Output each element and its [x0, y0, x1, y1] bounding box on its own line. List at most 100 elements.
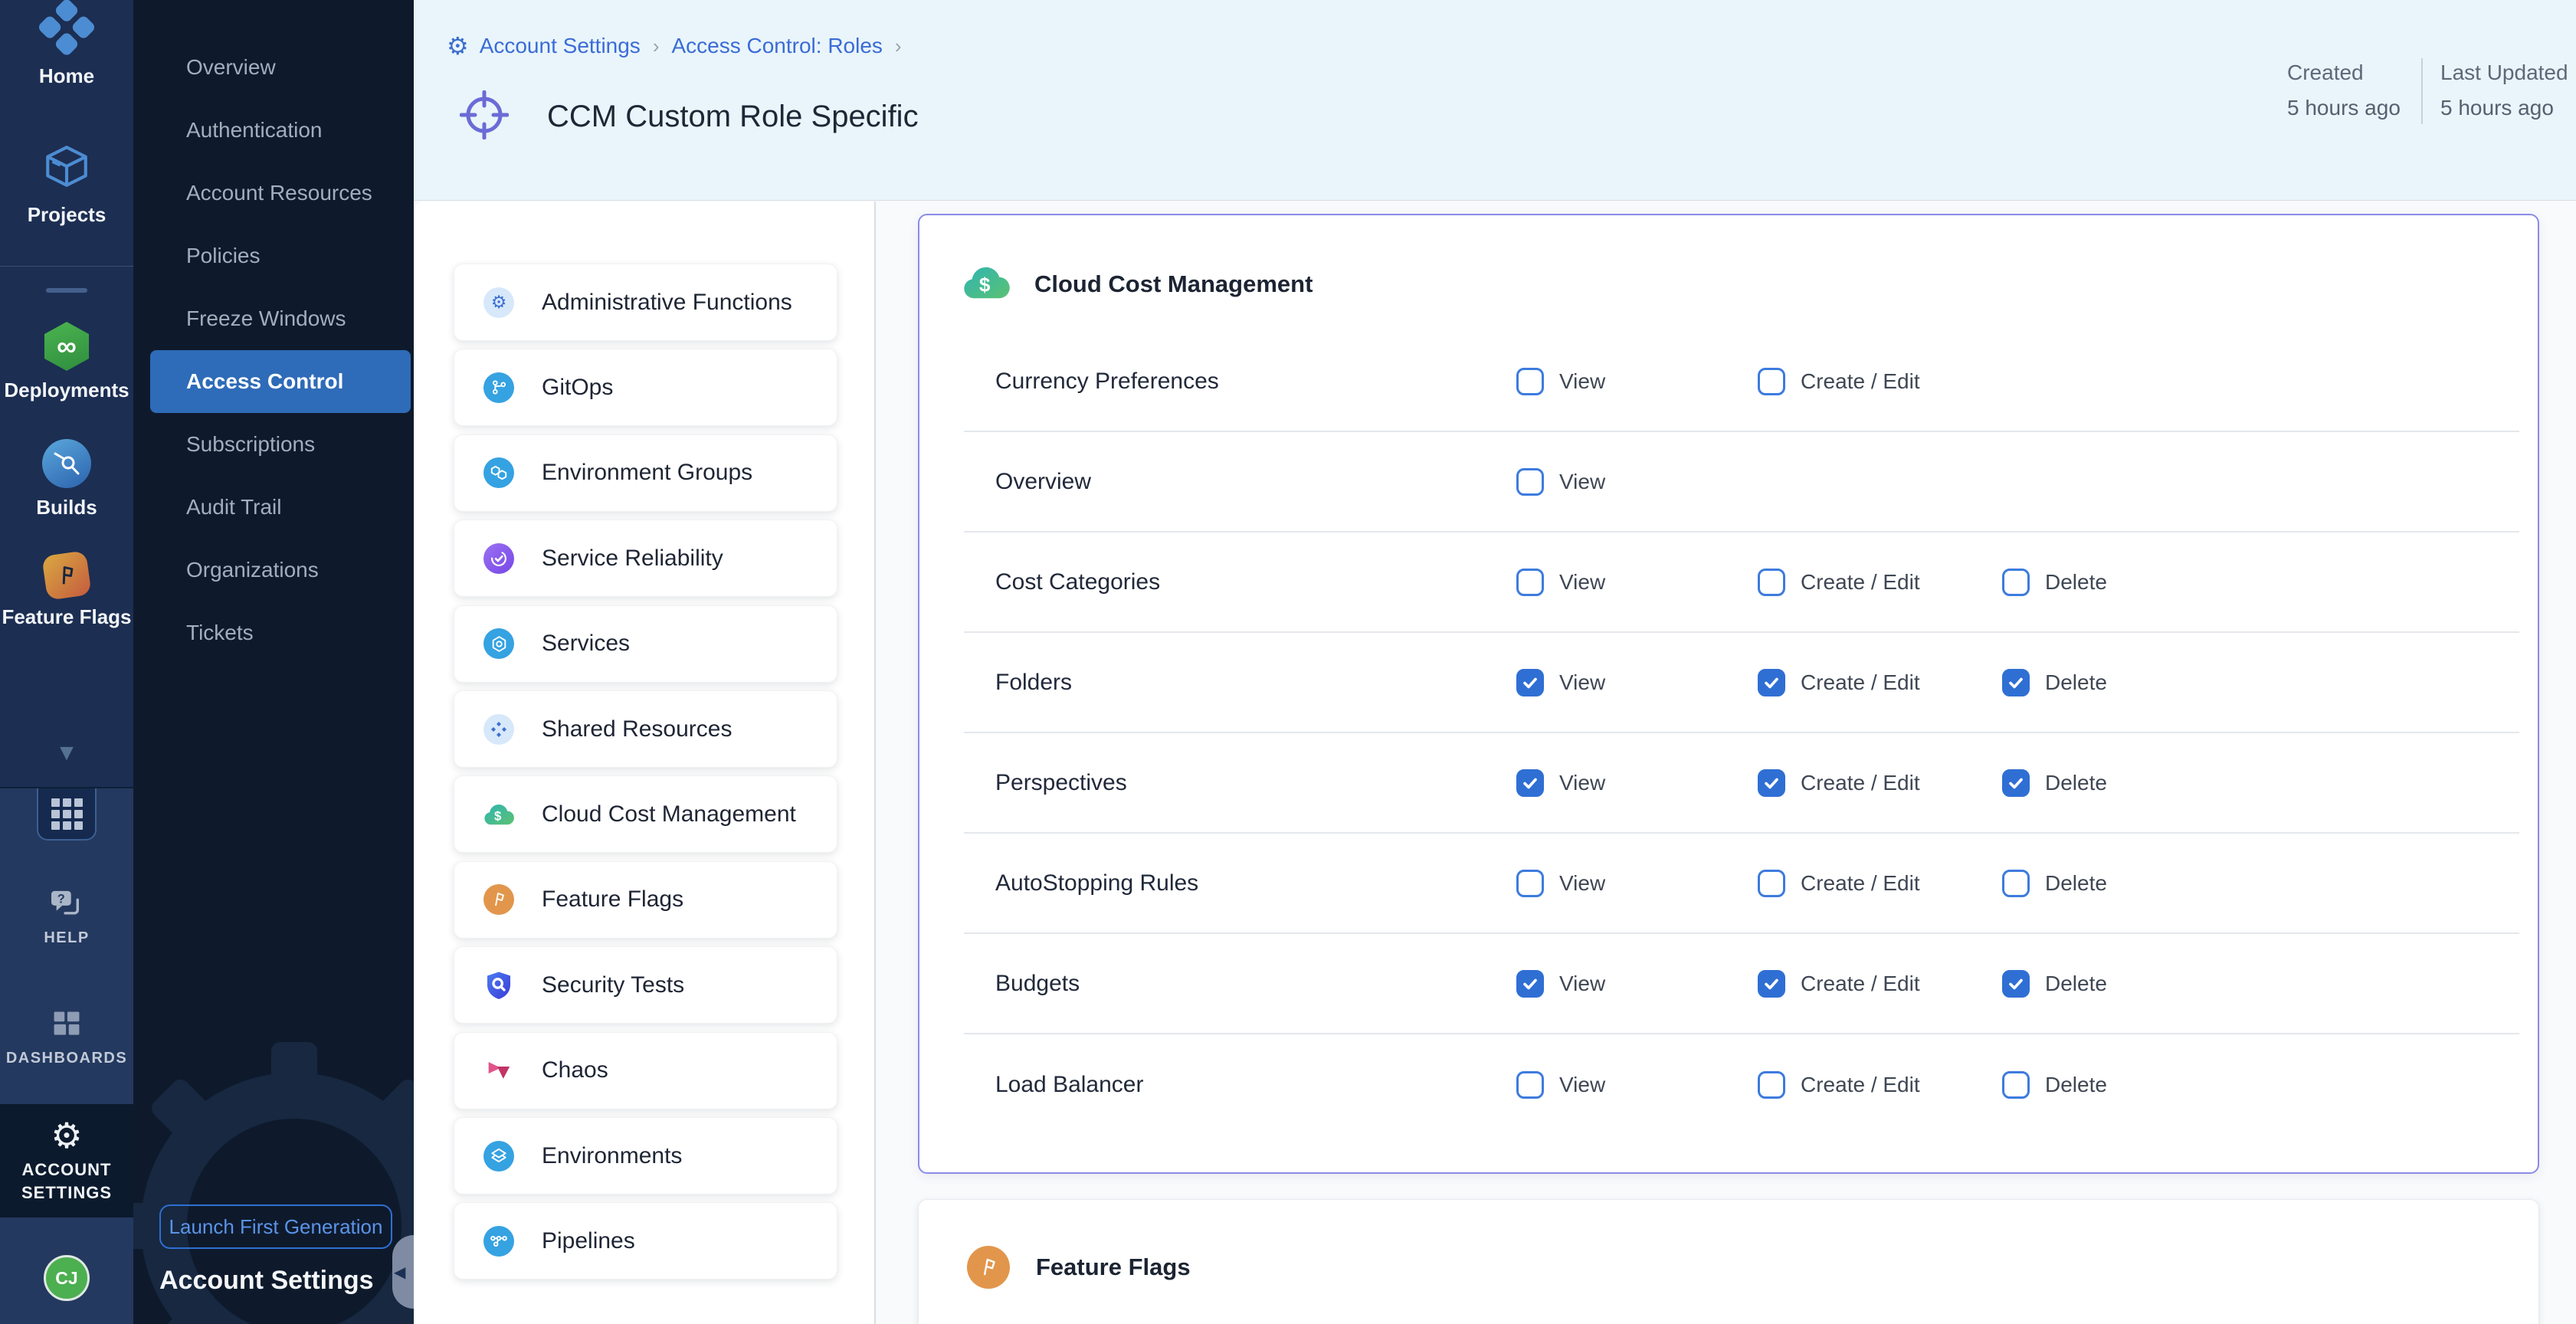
sidebar-item-tickets[interactable]: Tickets [133, 601, 414, 664]
sidebar-item-overview[interactable]: Overview [133, 36, 414, 99]
sidebar-item-authentication[interactable]: Authentication [133, 99, 414, 162]
avatar-initials: CJ [55, 1268, 77, 1289]
permission-checkbox-delete[interactable]: Delete [2002, 769, 2107, 797]
checkbox-unchecked-icon[interactable] [1516, 468, 1544, 496]
permission-checkbox-create-edit[interactable]: Create / Edit [1758, 870, 1920, 897]
checkbox-checked-icon[interactable] [1758, 669, 1785, 696]
resource-category-environments[interactable]: Environments [454, 1117, 837, 1195]
checkbox-checked-icon[interactable] [1516, 669, 1544, 696]
app-root: Home Projects ∞Deployments Builds Feature Fl… [0, 0, 2576, 1324]
sidebar-item-audit-trail[interactable]: Audit Trail [133, 476, 414, 539]
page-title: CCM Custom Role Specific [547, 100, 919, 134]
resource-category-environment-groups[interactable]: Environment Groups [454, 434, 837, 512]
checkbox-unchecked-icon[interactable] [2002, 870, 2030, 897]
module-item-label: Feature Flags [2, 605, 131, 629]
permission-checkbox-create-edit[interactable]: Create / Edit [1758, 970, 1920, 998]
permission-checkbox-delete[interactable]: Delete [2002, 970, 2107, 998]
checkbox-unchecked-icon[interactable] [2002, 1071, 2030, 1099]
permission-checkbox-view[interactable]: View [1516, 970, 1605, 998]
sidebar-collapse-button[interactable]: ◀ [392, 1235, 414, 1309]
permission-checkbox-create-edit[interactable]: Create / Edit [1758, 569, 1920, 596]
account-settings-nav-item[interactable]: ⚙ ACCOUNT SETTINGS [0, 1104, 133, 1217]
sidebar-item-policies[interactable]: Policies [133, 224, 414, 287]
module-grid-button[interactable] [37, 788, 97, 841]
module-sidebar: Home Projects ∞Deployments Builds Feature Fl… [0, 0, 133, 1324]
breadcrumb-link-2[interactable]: Access Control: Roles [671, 34, 882, 58]
launch-first-generation-button[interactable]: Launch First Generation [159, 1204, 392, 1249]
checkbox-checked-icon[interactable] [2002, 669, 2030, 696]
chevron-down-icon[interactable]: ▼ [0, 740, 133, 766]
checkbox-unchecked-icon[interactable] [1758, 368, 1785, 395]
permission-row-folders: FoldersViewCreate / EditDelete [964, 633, 2519, 733]
checkbox-checked-icon[interactable] [2002, 769, 2030, 797]
module-item-builds[interactable]: Builds [0, 439, 133, 519]
module-item-home[interactable]: Home [0, 8, 133, 88]
resource-category-administrative-functions[interactable]: ⚙Administrative Functions [454, 264, 837, 341]
permission-checkbox-delete[interactable]: Delete [2002, 870, 2107, 897]
checkbox-checked-icon[interactable] [1758, 970, 1785, 998]
resource-category-security-tests[interactable]: Security Tests [454, 946, 837, 1024]
permission-label: View [1559, 670, 1605, 695]
user-avatar[interactable]: CJ [44, 1255, 90, 1301]
permission-checkbox-view[interactable]: View [1516, 669, 1605, 696]
resource-category-cloud-cost-management[interactable]: $Cloud Cost Management [454, 775, 837, 853]
sidebar-item-organizations[interactable]: Organizations [133, 539, 414, 601]
permission-label: View [1559, 771, 1605, 795]
resource-category-chaos[interactable]: Chaos [454, 1032, 837, 1109]
resource-category-label: Pipelines [542, 1228, 635, 1254]
checkbox-unchecked-icon[interactable] [1758, 1071, 1785, 1099]
resource-category-gitops[interactable]: GitOps [454, 349, 837, 426]
permission-checkbox-view[interactable]: View [1516, 468, 1605, 496]
resource-category-label: Environment Groups [542, 460, 752, 486]
svg-text:$: $ [494, 809, 502, 824]
created-label: Created [2287, 55, 2401, 90]
permission-checkbox-view[interactable]: View [1516, 1071, 1605, 1099]
checkbox-unchecked-icon[interactable] [1516, 368, 1544, 395]
sidebar-item-access-control[interactable]: Access Control [150, 350, 411, 413]
permission-checkbox-view[interactable]: View [1516, 368, 1605, 395]
permission-checkbox-view[interactable]: View [1516, 870, 1605, 897]
gitops-icon [483, 372, 514, 403]
resource-category-feature-flags[interactable]: Feature Flags [454, 861, 837, 939]
svg-text:?: ? [57, 892, 65, 906]
resource-category-shared-resources[interactable]: Shared Resources [454, 690, 837, 768]
checkbox-unchecked-icon[interactable] [2002, 569, 2030, 596]
permission-checkbox-view[interactable]: View [1516, 569, 1605, 596]
permission-checkbox-delete[interactable]: Delete [2002, 569, 2107, 596]
permission-checkbox-view[interactable]: View [1516, 769, 1605, 797]
module-item-projects[interactable]: Projects [0, 141, 133, 227]
checkbox-checked-icon[interactable] [2002, 970, 2030, 998]
sidebar-item-account-resources[interactable]: Account Resources [133, 162, 414, 224]
checkbox-unchecked-icon[interactable] [1516, 1071, 1544, 1099]
module-item-deployments[interactable]: ∞Deployments [0, 322, 133, 402]
checkbox-checked-icon[interactable] [1516, 970, 1544, 998]
panel-divider [874, 202, 876, 1324]
permission-resource-name: Cost Categories [995, 569, 1160, 595]
permission-checkbox-create-edit[interactable]: Create / Edit [1758, 669, 1920, 696]
checkbox-unchecked-icon[interactable] [1758, 870, 1785, 897]
checkbox-unchecked-icon[interactable] [1758, 569, 1785, 596]
help-button[interactable]: ? HELP [0, 889, 133, 947]
sidebar-item-freeze-windows[interactable]: Freeze Windows [133, 287, 414, 350]
sidebar-item-subscriptions[interactable]: Subscriptions [133, 413, 414, 476]
permission-checkbox-create-edit[interactable]: Create / Edit [1758, 1071, 1920, 1099]
permission-checkbox-create-edit[interactable]: Create / Edit [1758, 769, 1920, 797]
resource-category-label: GitOps [542, 375, 613, 401]
breadcrumb-separator: › [895, 34, 902, 58]
module-item-label: Home [39, 64, 94, 88]
resource-category-service-reliability[interactable]: Service Reliability [454, 519, 837, 597]
checkbox-unchecked-icon[interactable] [1516, 870, 1544, 897]
checkbox-checked-icon[interactable] [1516, 769, 1544, 797]
resource-category-pipelines[interactable]: Pipelines [454, 1202, 837, 1280]
permission-checkbox-create-edit[interactable]: Create / Edit [1758, 368, 1920, 395]
module-item-feature-flags[interactable]: Feature Flags [0, 553, 133, 629]
permission-label: Delete [2045, 972, 2107, 996]
checkbox-unchecked-icon[interactable] [1516, 569, 1544, 596]
checkbox-checked-icon[interactable] [1758, 769, 1785, 797]
permission-checkbox-delete[interactable]: Delete [2002, 1071, 2107, 1099]
resource-category-services[interactable]: Services [454, 605, 837, 683]
permission-row-overview: OverviewView [964, 432, 2519, 533]
permission-checkbox-delete[interactable]: Delete [2002, 669, 2107, 696]
dashboards-button[interactable]: DASHBOARDS [0, 1008, 133, 1067]
breadcrumb-link-1[interactable]: Account Settings [480, 34, 641, 58]
